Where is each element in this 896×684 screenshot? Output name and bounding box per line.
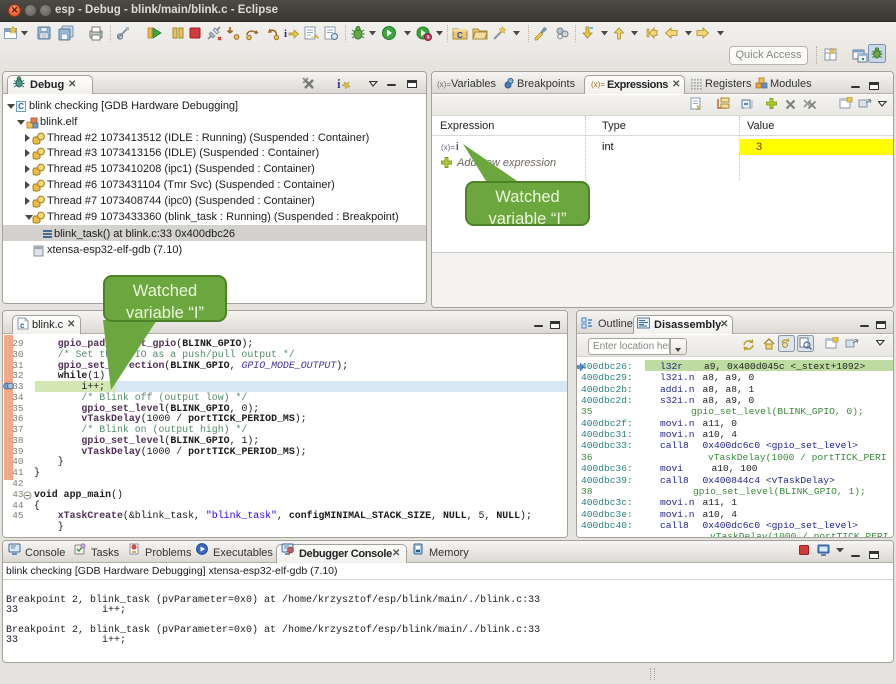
svg-text:C: C: [457, 31, 463, 40]
svg-text:i: i: [284, 28, 287, 40]
svg-text:(x)=: (x)=: [591, 80, 605, 89]
svg-text:c: c: [20, 321, 25, 330]
svg-text:i: i: [337, 76, 341, 91]
svg-text:x: x: [696, 102, 701, 111]
svg-text:(x)=: (x)=: [437, 80, 451, 89]
